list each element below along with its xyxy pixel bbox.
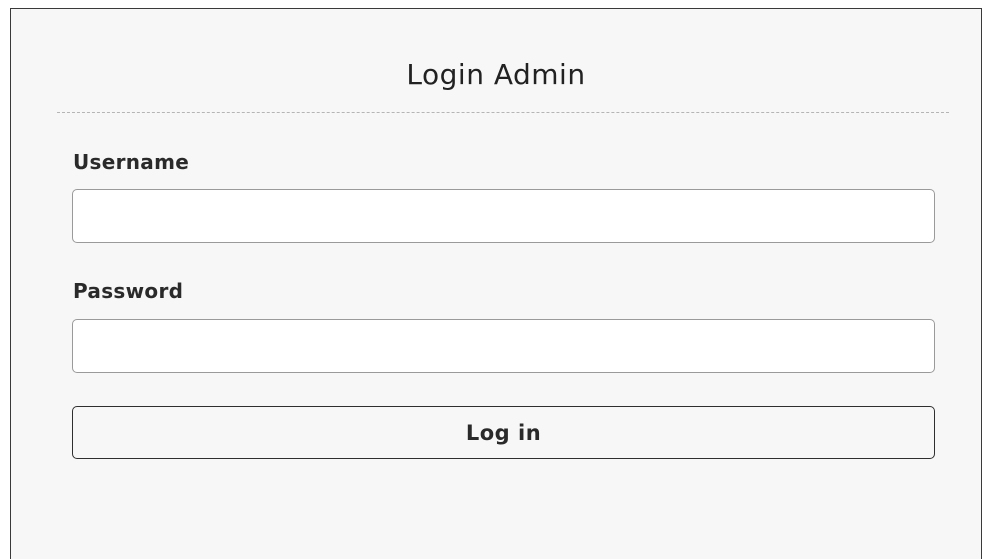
login-button[interactable]: Log in (72, 406, 935, 459)
username-input[interactable] (72, 189, 935, 243)
login-panel: Login Admin Username Password Log in (10, 8, 982, 559)
password-input[interactable] (72, 319, 935, 373)
password-label: Password (73, 279, 184, 303)
page-title: Login Admin (406, 58, 586, 91)
username-label: Username (73, 150, 190, 174)
title-divider (57, 112, 949, 113)
